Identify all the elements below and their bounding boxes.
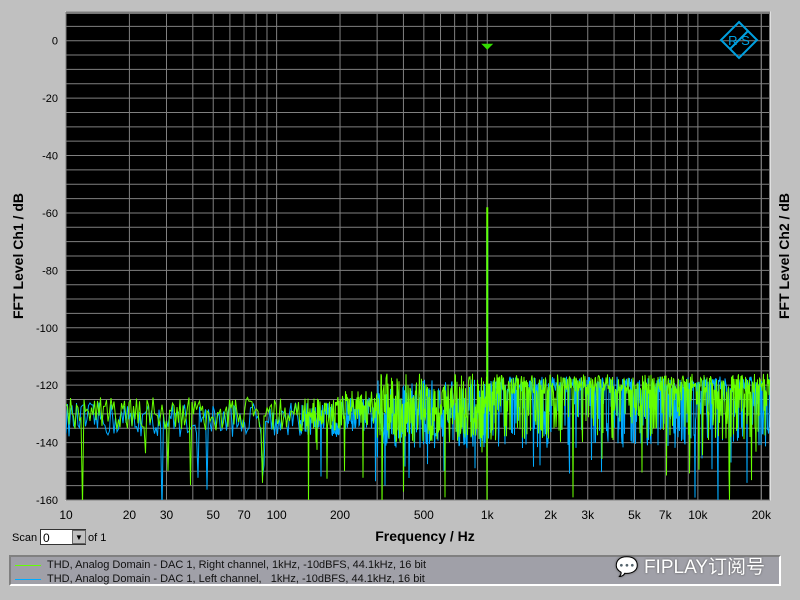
logo-text: R S — [728, 33, 750, 48]
x-tick-label: 200 — [330, 508, 350, 522]
fft-chart: 0 -20 -40 -60 -80 -100 -120 -140 -16010 20 30 50 70 1… — [36, 11, 772, 522]
x-tick-label: 7k — [659, 508, 673, 522]
legend-item-right: THD, Analog Domain - DAC 1, Right channe… — [11, 559, 426, 571]
x-tick-label: 3k — [581, 508, 595, 522]
x-tick-label: 2k — [544, 508, 558, 522]
chevron-down-icon[interactable]: ▼ — [72, 530, 86, 544]
x-axis-label: Frequency / Hz — [375, 528, 475, 544]
y-tick-label: -160 — [36, 495, 58, 507]
y-tick-label: -40 — [42, 151, 58, 163]
x-tick-label: 100 — [267, 508, 287, 522]
y-axis-label-left: FFT Level Ch1 / dB — [10, 193, 26, 320]
legend-text: THD, Analog Domain - DAC 1, Right channe… — [47, 559, 427, 571]
scan-of-label: of 1 — [88, 532, 107, 544]
x-tick-label: 10k — [688, 508, 708, 522]
y-tick-label: -100 — [36, 323, 58, 335]
x-tick-label: 500 — [414, 508, 434, 522]
y-tick-label: -140 — [36, 438, 58, 450]
x-tick-label: 30 — [160, 508, 174, 522]
x-tick-label: 20 — [123, 508, 137, 522]
watermark-text: FIPLAY订阅号 — [643, 557, 766, 578]
legend-text: THD, Analog Domain - DAC 1, Left channel… — [47, 573, 425, 585]
y-tick-label: -80 — [42, 265, 58, 277]
y-tick-label: -20 — [42, 93, 58, 105]
legend-swatch — [15, 564, 41, 566]
x-tick-label: 70 — [237, 508, 251, 522]
y-axis-label-right: FFT Level Ch2 / dB — [776, 193, 792, 320]
y-tick-label: 0 — [52, 36, 58, 48]
y-tick-label: -60 — [42, 208, 58, 220]
legend-swatch — [15, 578, 41, 580]
wechat-icon: 💬 — [615, 557, 639, 578]
x-tick-label: 50 — [207, 508, 221, 522]
x-tick-label: 5k — [628, 508, 642, 522]
watermark: 💬 FIPLAY订阅号 — [615, 552, 765, 579]
x-tick-label: 1k — [481, 508, 495, 522]
legend-item-left: THD, Analog Domain - DAC 1, Left channel… — [11, 573, 425, 585]
x-tick-label: 10 — [59, 508, 73, 522]
x-tick-label: 20k — [752, 508, 772, 522]
y-tick-label: -120 — [36, 380, 58, 392]
scan-label: Scan — [12, 532, 38, 544]
